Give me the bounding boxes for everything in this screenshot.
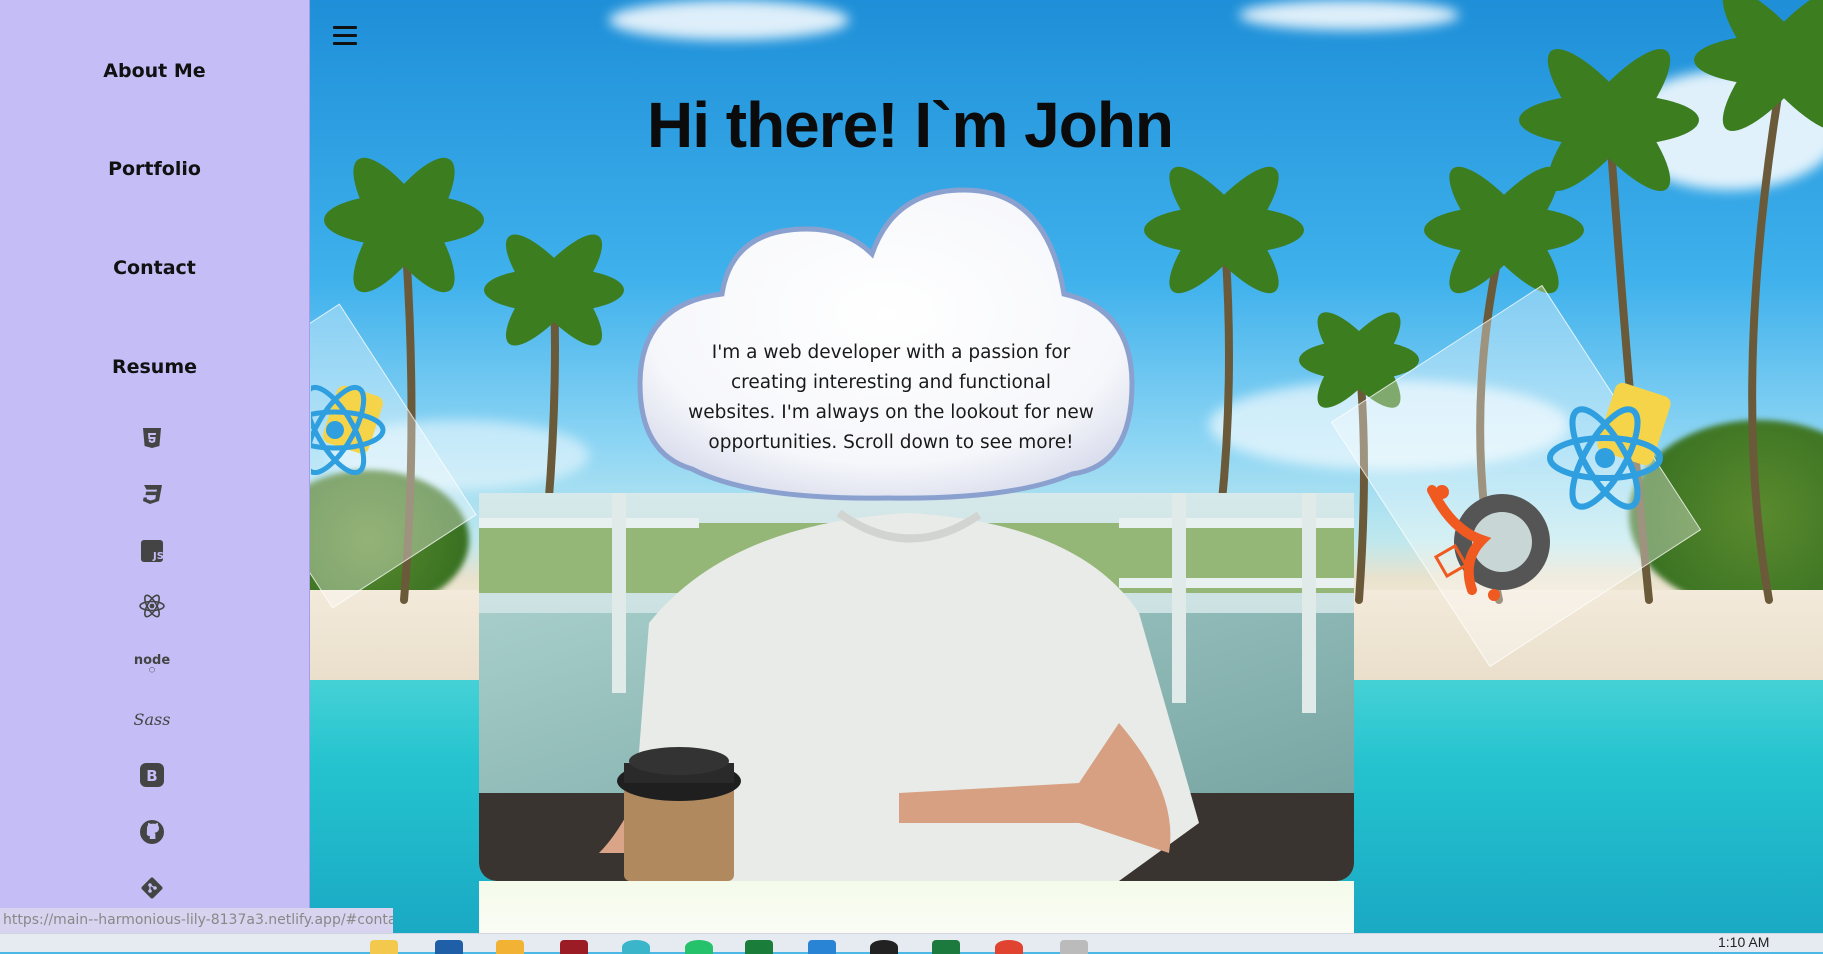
app-icon[interactable] [560, 940, 588, 954]
react-icon [1547, 382, 1671, 510]
nav-resume[interactable]: Resume [0, 356, 309, 378]
excel-icon[interactable] [932, 940, 960, 954]
intro-text: I'm a web developer with a passion for c… [688, 342, 1094, 453]
github-icon [1427, 485, 1550, 601]
sidebar: About Me Portfolio Contact Resume JS nod… [0, 0, 310, 933]
browser-icon[interactable] [622, 940, 650, 954]
svg-text:⬡: ⬡ [149, 666, 155, 674]
html5-icon [138, 424, 166, 452]
bootstrap-icon: B [138, 761, 166, 789]
svg-text:Sass: Sass [134, 710, 171, 729]
status-bar-url: https://main--harmonious-lily-8137a3.net… [0, 908, 393, 933]
hamburger-menu-icon[interactable] [333, 26, 357, 48]
taskbar: 1:10 AM [0, 933, 1823, 954]
clock: 1:10 AM [1718, 934, 1770, 950]
whatsapp-icon[interactable] [685, 940, 713, 954]
profile-photo [479, 493, 1354, 881]
content-panel [479, 881, 1354, 933]
app-icon[interactable] [435, 940, 463, 954]
svg-text:JS: JS [152, 551, 164, 562]
react-icon [311, 384, 386, 475]
git-icon [138, 874, 166, 902]
app-icon[interactable] [496, 940, 524, 954]
javascript-icon: JS [138, 537, 166, 565]
nav-about-me[interactable]: About Me [0, 60, 309, 82]
react-icon [138, 592, 166, 620]
intro-cloud: I'm a web developer with a passion for c… [632, 184, 1140, 504]
app-icon[interactable] [1060, 940, 1088, 954]
file-explorer-icon[interactable] [370, 940, 398, 954]
github-icon [138, 818, 166, 846]
app-icon[interactable] [995, 940, 1023, 954]
github-desktop-icon[interactable] [870, 940, 898, 954]
nodejs-icon: node ⬡ [132, 648, 172, 676]
vscode-icon[interactable] [808, 940, 836, 954]
css3-icon [138, 480, 166, 508]
page-title: Hi there! I`m John [646, 89, 1174, 161]
app-icon[interactable] [745, 940, 773, 954]
svg-text:B: B [146, 767, 157, 785]
sass-icon: Sass [132, 705, 172, 733]
nav-portfolio[interactable]: Portfolio [0, 158, 309, 180]
nav-contact[interactable]: Contact [0, 257, 309, 279]
